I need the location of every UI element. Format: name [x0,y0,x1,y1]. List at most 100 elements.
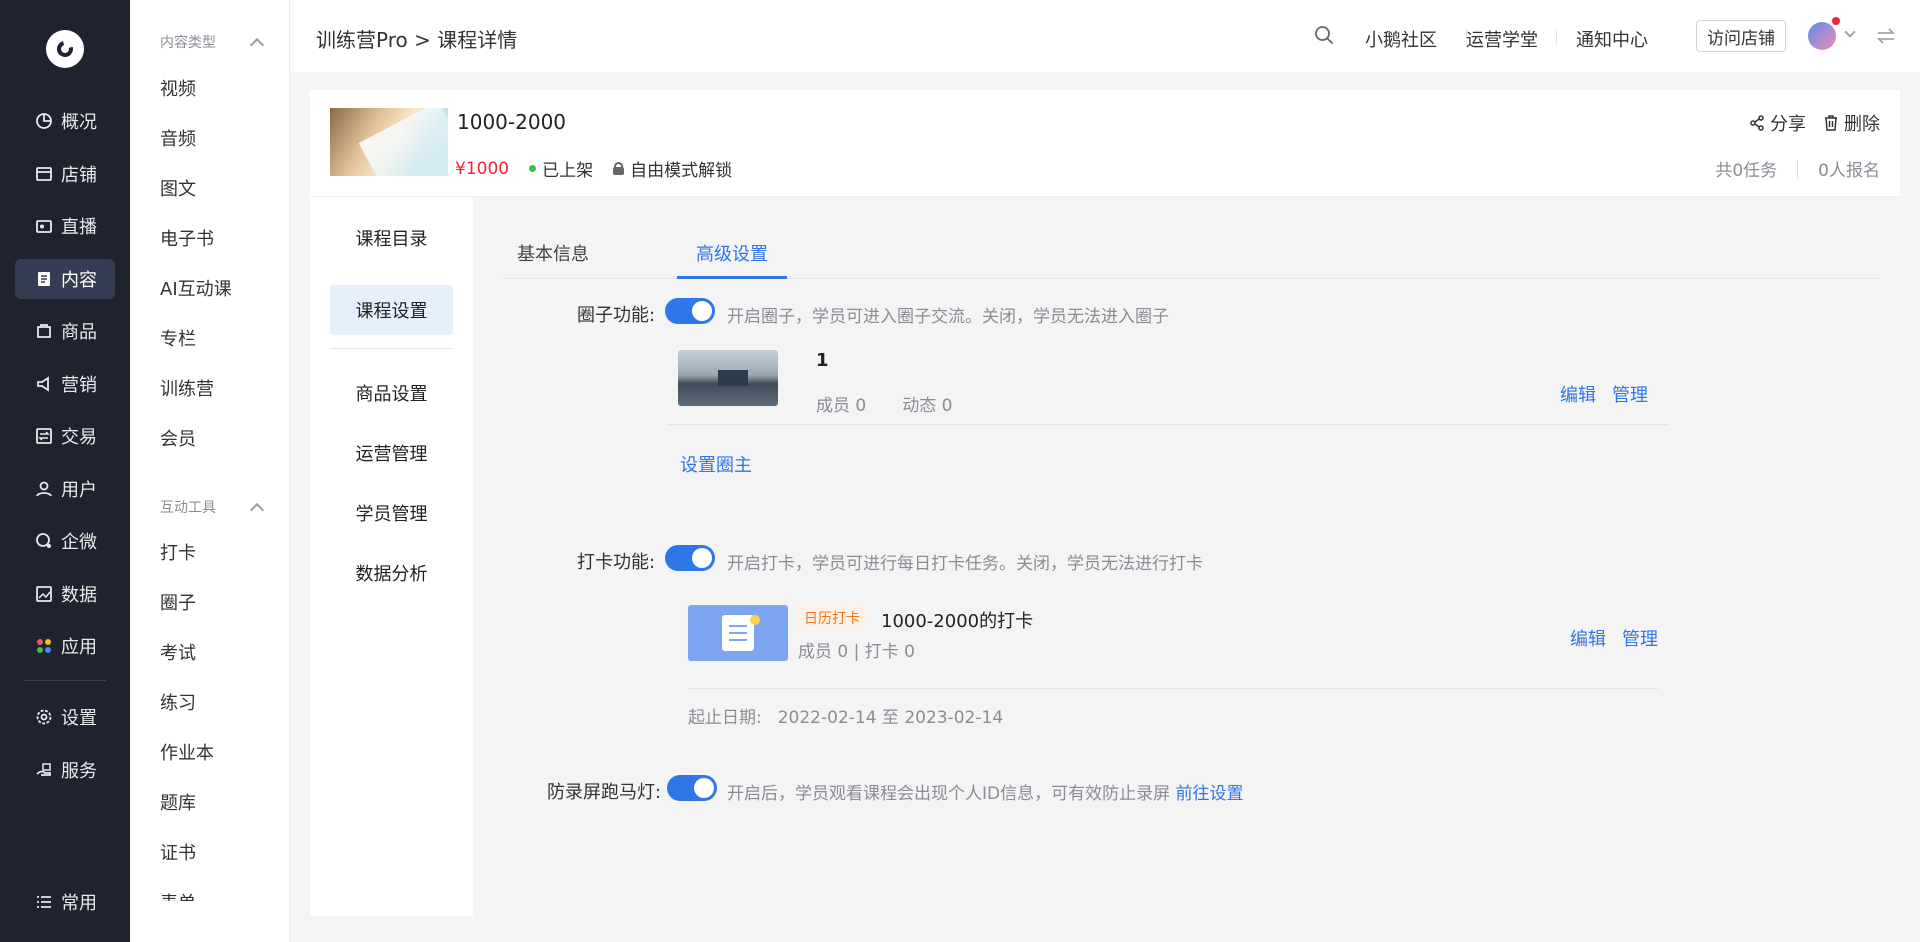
nav-label: 设置 [61,708,97,729]
circle-stats: 成员 0 动态 0 [816,391,952,416]
marquee-toggle[interactable] [667,775,717,801]
side-item-practice[interactable]: 练习 [160,689,196,715]
content-icon [35,270,53,288]
menu-item-analytics[interactable]: 数据分析 [330,548,453,598]
nav-item-favorites[interactable]: 常用 [15,882,115,922]
search-icon[interactable] [1314,25,1334,45]
group-interactive-tools[interactable]: 互动工具 [160,497,265,517]
wecom-icon [35,532,53,550]
goods-icon [35,322,53,340]
megaphone-icon [35,375,53,393]
visit-store-button[interactable]: 访问店铺 [1696,20,1786,52]
marquee-settings-link[interactable]: 前往设置 [1176,784,1244,804]
side-item-article[interactable]: 图文 [160,175,196,201]
date-value: 2022-02-14 至 2023-02-14 [777,708,1004,728]
nav-item-store[interactable]: 店铺 [15,154,115,194]
menu-item-operations[interactable]: 运营管理 [330,428,453,478]
side-item-exam[interactable]: 考试 [160,639,196,665]
divider [1797,159,1799,178]
circle-edit-link[interactable]: 编辑 [1560,381,1596,407]
nav-item-live[interactable]: 直播 [15,206,115,246]
nav-item-settings[interactable]: 设置 [15,697,115,737]
side-item-circle[interactable]: 圈子 [160,589,196,615]
live-icon [35,217,53,235]
menu-item-goods-settings[interactable]: 商品设置 [330,368,453,418]
delete-label: 删除 [1844,114,1880,135]
nav-item-marketing[interactable]: 营销 [15,364,115,404]
delete-button[interactable]: 删除 [1822,110,1880,136]
checkin-type-tag: 日历打卡 [798,606,866,630]
nav-item-data[interactable]: 数据 [15,574,115,614]
set-circle-owner-link[interactable]: 设置圈主 [680,451,752,477]
checkin-cover-image [688,605,788,661]
course-menu: 课程目录 课程设置 商品设置 运营管理 学员管理 数据分析 [310,196,473,916]
side-item-homework[interactable]: 作业本 [160,739,214,765]
chevron-up-icon [249,37,265,52]
menu-item-course-settings[interactable]: 课程设置 [330,285,453,335]
side-item-form[interactable]: 表单 [160,889,196,901]
app-logo[interactable] [46,30,84,68]
side-item-ai-course[interactable]: AI互动课 [160,275,232,301]
link-notifications[interactable]: 通知中心 [1576,26,1648,52]
nav-label: 概况 [61,112,97,133]
status-text: 已上架 [542,161,594,181]
switch-icon[interactable] [1876,26,1896,46]
side-item-ebook[interactable]: 电子书 [160,225,214,251]
settings-panel: 基本信息 高级设置 圈子功能: 开启圈子，学员可进入圈子交流。关闭，学员无法进入… [473,196,1900,916]
side-item-camp[interactable]: 训练营 [160,375,214,401]
lock-icon [613,162,625,175]
signup-count: 0人报名 [1818,161,1880,181]
side-item-checkin[interactable]: 打卡 [160,539,196,565]
checkin-card: 日历打卡 1000-2000的打卡 成员 0 | 打卡 0 编辑 管理 [688,605,1658,689]
avatar[interactable] [1808,22,1836,50]
apps-icon [35,637,53,655]
checkin-manage-link[interactable]: 管理 [1622,625,1658,651]
content-type-sidebar: 内容类型 视频 音频 图文 电子书 AI互动课 专栏 训练营 会员 互动工具 打… [130,0,290,942]
circle-toggle[interactable] [665,298,715,324]
side-item-video[interactable]: 视频 [160,75,196,101]
checkin-description: 开启打卡，学员可进行每日打卡任务。关闭，学员无法进行打卡 [727,554,1203,574]
nav-item-service[interactable]: 服务 [15,750,115,790]
circle-label: 圈子功能: [577,305,656,326]
breadcrumb[interactable]: 训练营Pro > 课程详情 [316,24,517,53]
nav-item-content[interactable]: 内容 [15,259,115,299]
notification-dot [1832,17,1840,25]
nav-item-trade[interactable]: 交易 [15,416,115,456]
link-community[interactable]: 小鹅社区 [1365,26,1437,52]
nav-label: 用户 [61,480,97,501]
link-academy[interactable]: 运营学堂 [1466,26,1538,52]
tab-basic-info[interactable]: 基本信息 [517,240,589,266]
nav-item-overview[interactable]: 概况 [15,101,115,141]
main-nav: 概况 店铺 直播 内容 商品 营销 交易 用户 企微 数据 应用 设置 服务 常… [0,0,130,942]
nav-item-wecom[interactable]: 企微 [15,521,115,561]
menu-item-catalog[interactable]: 课程目录 [330,213,453,263]
nav-label: 常用 [61,893,97,914]
bulb-icon [750,615,760,625]
data-icon [35,585,53,603]
group-content-types[interactable]: 内容类型 [160,32,265,52]
side-item-certificate[interactable]: 证书 [160,839,196,865]
circle-description: 开启圈子，学员可进入圈子交流。关闭，学员无法进入圈子 [727,307,1169,327]
chevron-up-icon [249,502,265,517]
side-item-member[interactable]: 会员 [160,425,196,451]
nav-label: 直播 [61,217,97,238]
menu-item-students[interactable]: 学员管理 [330,488,453,538]
checkin-toggle[interactable] [665,545,715,571]
pie-chart-icon [35,112,53,130]
checkin-title: 1000-2000的打卡 [881,611,1034,632]
nav-item-apps[interactable]: 应用 [15,626,115,666]
tab-advanced-settings[interactable]: 高级设置 [696,240,768,266]
side-item-question-bank[interactable]: 题库 [160,789,196,815]
side-item-column[interactable]: 专栏 [160,325,196,351]
share-button[interactable]: 分享 [1748,110,1806,136]
nav-item-goods[interactable]: 商品 [15,311,115,351]
chevron-down-icon[interactable] [1844,26,1856,38]
checkin-edit-link[interactable]: 编辑 [1570,625,1606,651]
nav-item-user[interactable]: 用户 [15,469,115,509]
store-icon [35,165,53,183]
gear-icon [35,708,53,726]
nav-label: 企微 [61,532,97,553]
nav-label: 营销 [61,375,97,396]
side-item-audio[interactable]: 音频 [160,125,196,151]
circle-manage-link[interactable]: 管理 [1612,381,1648,407]
